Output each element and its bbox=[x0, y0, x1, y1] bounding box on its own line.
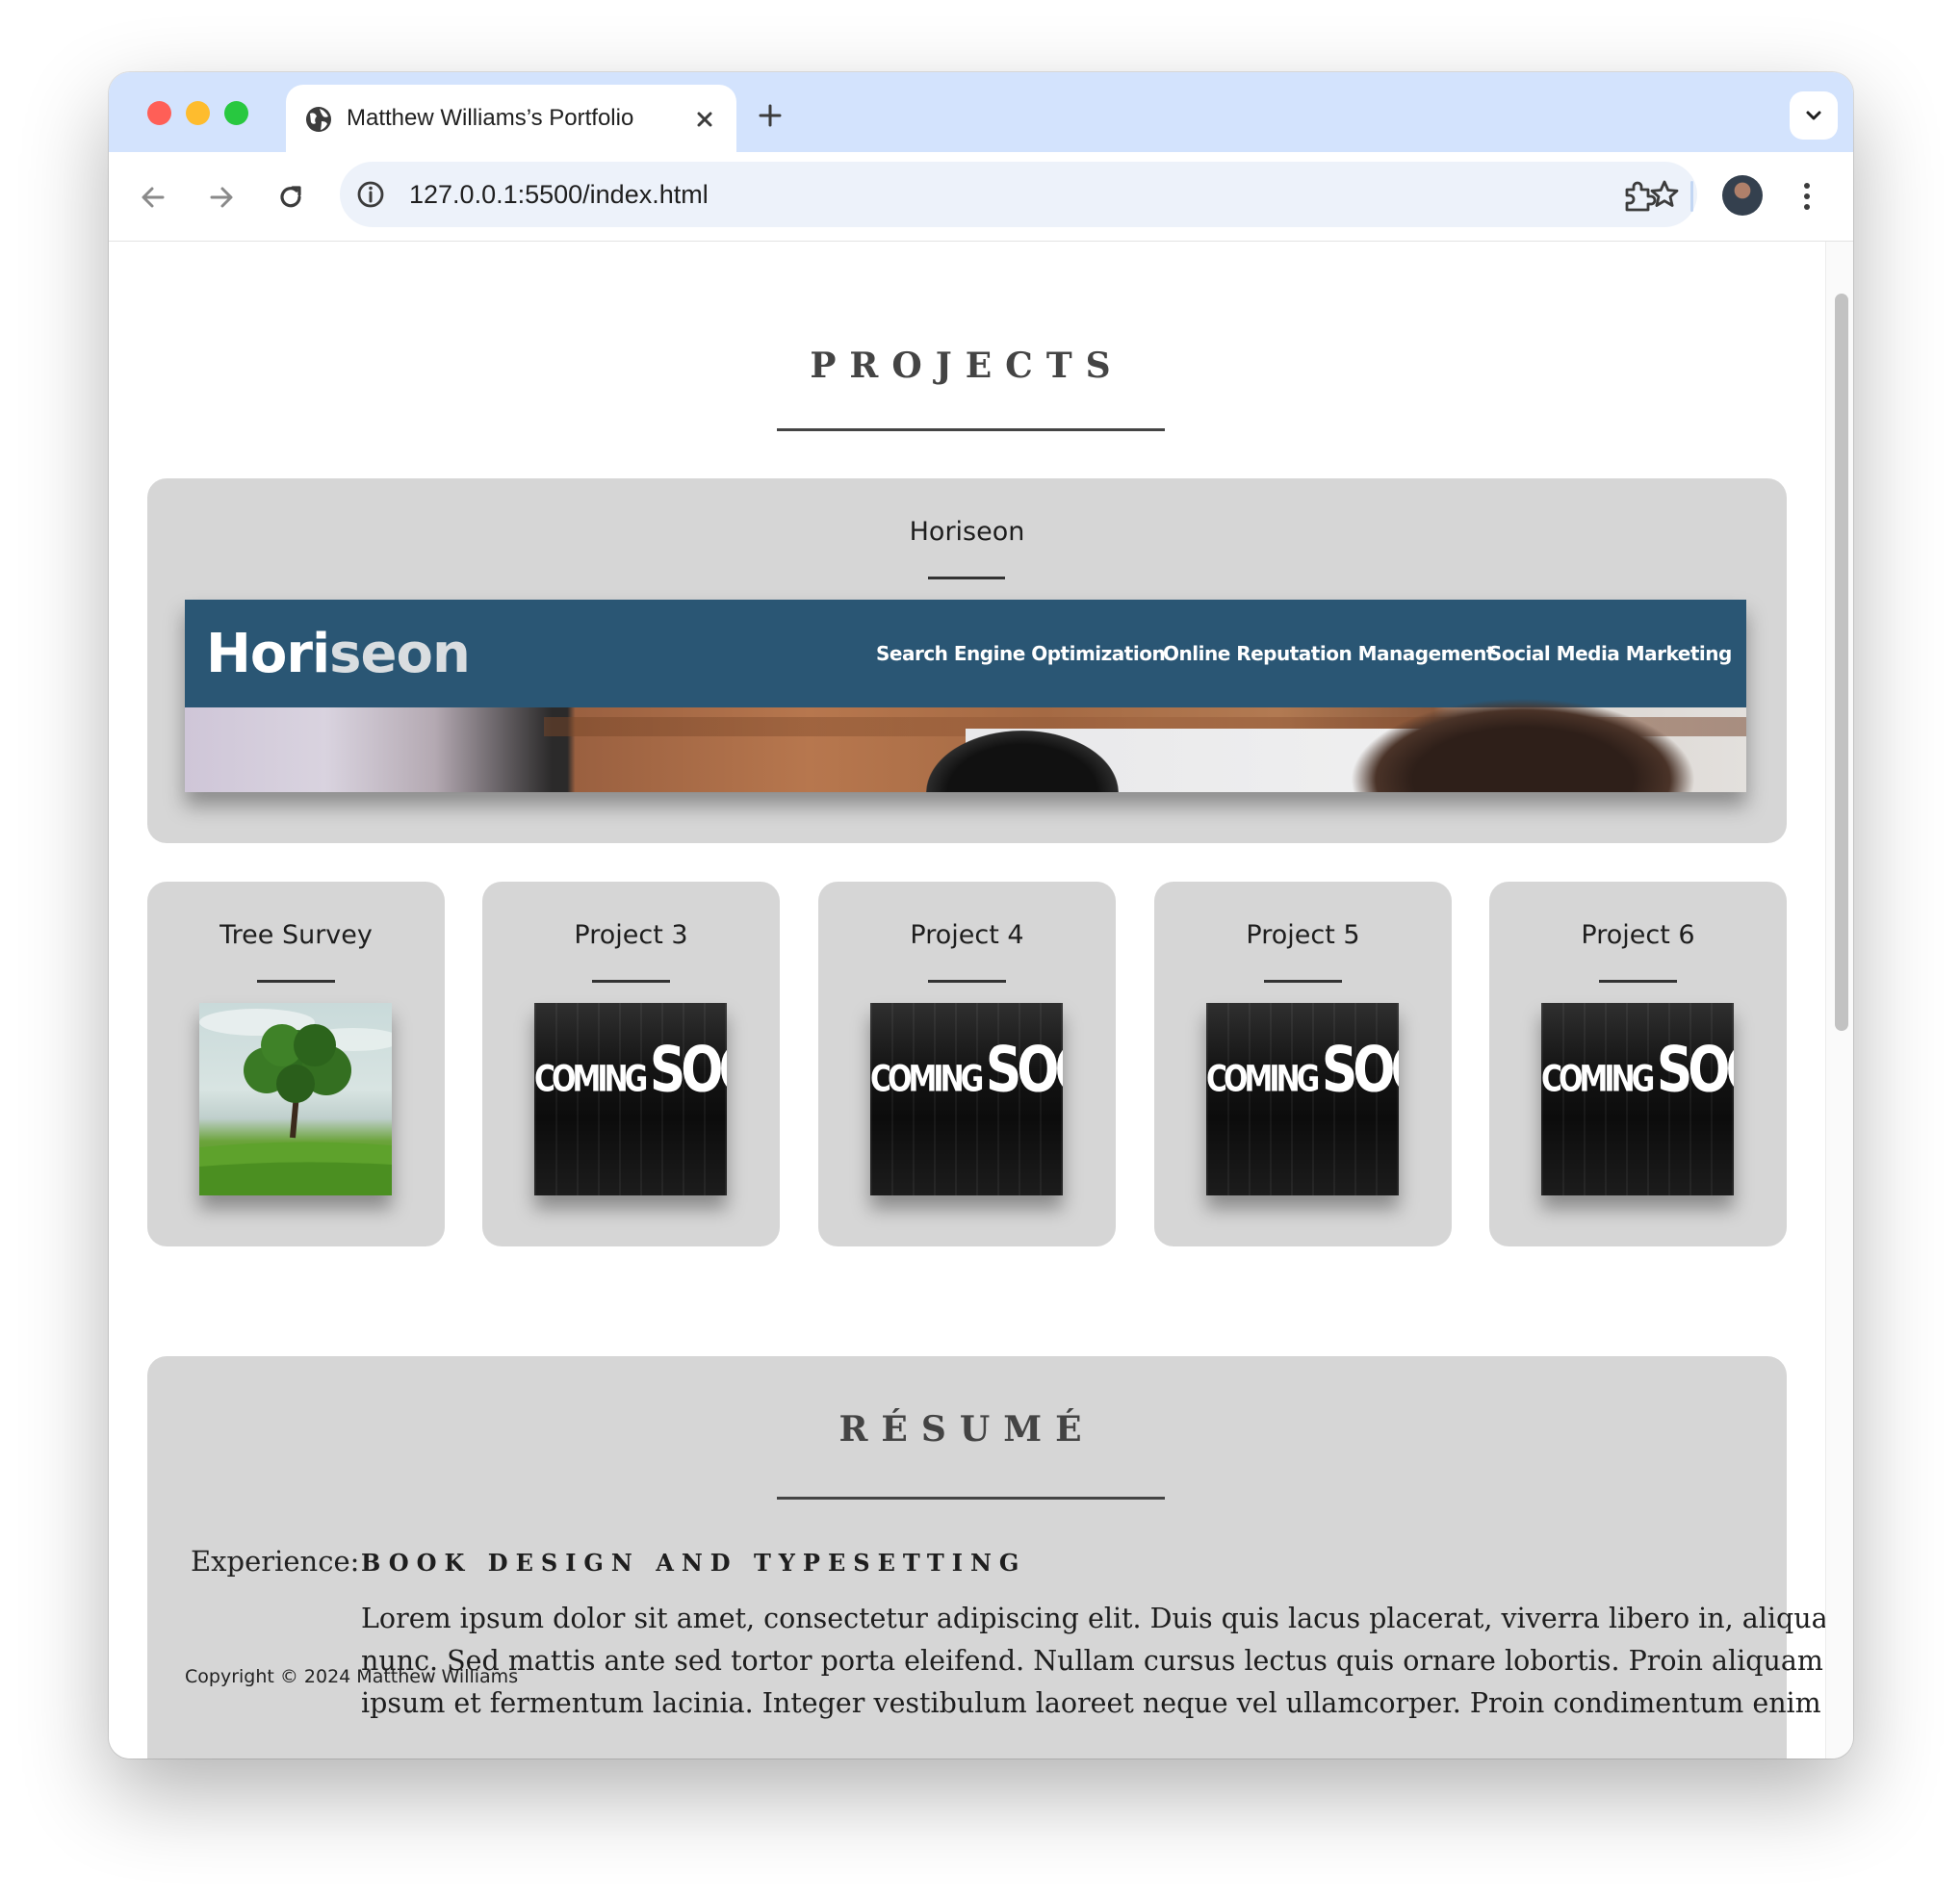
coming-soon-bottom: SOON bbox=[985, 1034, 1063, 1107]
coming-soon-image[interactable]: COMING SOON bbox=[870, 1003, 1063, 1195]
featured-project-title: Horiseon bbox=[909, 517, 1025, 547]
forward-arrow-icon[interactable] bbox=[204, 180, 239, 215]
tab-strip: Matthew Williams’s Portfolio bbox=[109, 72, 1853, 152]
minimize-window-button[interactable] bbox=[186, 101, 210, 125]
project-card-5[interactable]: Project 5 COMING SOON bbox=[1154, 882, 1452, 1246]
experience-line: nunc. Sed mattis ante sed tortor porta e… bbox=[361, 1645, 1823, 1677]
resume-heading-rule bbox=[777, 1497, 1165, 1500]
coming-soon-text: COMING SOON bbox=[1206, 1040, 1399, 1102]
projects-heading-rule bbox=[777, 428, 1165, 431]
tab-title: Matthew Williams’s Portfolio bbox=[347, 105, 634, 131]
page-viewport: PROJECTS Horiseon Horiseon Search Engine… bbox=[109, 242, 1825, 1759]
coming-soon-top: COMING bbox=[534, 1058, 648, 1101]
coming-soon-image[interactable]: COMING SOON bbox=[534, 1003, 727, 1195]
project-card-tree-survey[interactable]: Tree Survey bbox=[147, 882, 445, 1246]
project-title: Project 5 bbox=[1246, 920, 1360, 950]
projects-heading: PROJECTS bbox=[810, 346, 1124, 386]
browser-toolbar: 127.0.0.1:5500/index.html bbox=[109, 152, 1853, 242]
project-title-rule bbox=[592, 980, 670, 983]
reload-icon[interactable] bbox=[273, 180, 308, 215]
project-title-rule bbox=[1264, 980, 1342, 983]
horiseon-nav-seo: Search Engine Optimization bbox=[876, 642, 1166, 665]
footer-copyright: Copyright © 2024 Matthew Williams bbox=[185, 1666, 519, 1687]
vertical-scrollbar[interactable] bbox=[1825, 242, 1853, 1759]
toolbar-divider bbox=[1690, 181, 1693, 212]
project-card-6[interactable]: Project 6 COMING SOON bbox=[1489, 882, 1787, 1246]
scrollbar-thumb[interactable] bbox=[1835, 294, 1848, 1031]
tab-search-button[interactable] bbox=[1790, 91, 1838, 140]
close-window-button[interactable] bbox=[147, 101, 171, 125]
coming-soon-top: COMING bbox=[1206, 1058, 1320, 1101]
project-title-rule bbox=[1599, 980, 1677, 983]
extensions-puzzle-icon[interactable] bbox=[1620, 178, 1657, 215]
new-tab-icon[interactable] bbox=[756, 101, 785, 130]
browser-window: Matthew Williams’s Portfolio 127.0.0.1:5… bbox=[109, 72, 1853, 1759]
horiseon-logo-highlight: seon bbox=[329, 623, 471, 685]
close-icon[interactable] bbox=[689, 104, 720, 135]
experience-line: ipsum et fermentum lacinia. Integer vest… bbox=[361, 1687, 1825, 1719]
horiseon-nav-smm: Social Media Marketing bbox=[1488, 642, 1732, 665]
site-info-icon[interactable] bbox=[355, 179, 386, 210]
project-title: Project 3 bbox=[574, 920, 688, 950]
horiseon-logo-main: Hori bbox=[206, 623, 330, 685]
horiseon-header: Horiseon Search Engine Optimization Onli… bbox=[185, 600, 1746, 707]
coming-soon-text: COMING SOON bbox=[870, 1040, 1063, 1102]
coming-soon-text: COMING SOON bbox=[1541, 1040, 1734, 1102]
coming-soon-image[interactable]: COMING SOON bbox=[1541, 1003, 1734, 1195]
experience-title: BOOK DESIGN AND TYPESETTING bbox=[361, 1549, 1027, 1577]
more-menu-icon[interactable] bbox=[1797, 177, 1817, 216]
profile-avatar[interactable] bbox=[1722, 175, 1763, 216]
project-title-rule bbox=[257, 980, 335, 983]
project-card-3[interactable]: Project 3 COMING SOON bbox=[482, 882, 780, 1246]
coming-soon-text: COMING SOON bbox=[534, 1040, 727, 1102]
horiseon-logo: Horiseon bbox=[206, 623, 471, 685]
experience-label: Experience: bbox=[191, 1545, 360, 1578]
maximize-window-button[interactable] bbox=[224, 101, 248, 125]
project-title: Project 4 bbox=[910, 920, 1024, 950]
project-title-rule bbox=[928, 980, 1006, 983]
experience-line: Lorem ipsum dolor sit amet, consectetur … bbox=[361, 1603, 1825, 1634]
coming-soon-bottom: SOON bbox=[1656, 1034, 1734, 1107]
globe-icon bbox=[306, 107, 331, 132]
url-text: 127.0.0.1:5500/index.html bbox=[409, 180, 709, 209]
project-title: Project 6 bbox=[1581, 920, 1695, 950]
back-arrow-icon[interactable] bbox=[136, 180, 170, 215]
coming-soon-image[interactable]: COMING SOON bbox=[1206, 1003, 1399, 1195]
chevron-down-icon bbox=[1806, 111, 1821, 120]
project-card-4[interactable]: Project 4 COMING SOON bbox=[818, 882, 1116, 1246]
address-bar[interactable]: 127.0.0.1:5500/index.html bbox=[340, 162, 1697, 227]
horiseon-screenshot[interactable]: Horiseon Search Engine Optimization Onli… bbox=[185, 600, 1746, 792]
featured-project-rule bbox=[928, 577, 1005, 579]
resume-section: RÉSUMÉ Experience: BOOK DESIGN AND TYPES… bbox=[147, 1356, 1825, 1759]
coming-soon-bottom: SOON bbox=[1321, 1034, 1399, 1107]
coming-soon-top: COMING bbox=[1541, 1058, 1655, 1101]
horiseon-nav-orm: Online Reputation Management bbox=[1163, 642, 1495, 665]
resume-heading: RÉSUMÉ bbox=[838, 1409, 1096, 1450]
coming-soon-top: COMING bbox=[870, 1058, 984, 1101]
experience-description: Lorem ipsum dolor sit amet, consectetur … bbox=[361, 1598, 1825, 1725]
horiseon-hero-image bbox=[185, 698, 1746, 792]
featured-project-card[interactable]: Horiseon Horiseon Search Engine Optimiza… bbox=[147, 478, 1787, 843]
coming-soon-bottom: SOON bbox=[649, 1034, 727, 1107]
tab-active[interactable]: Matthew Williams’s Portfolio bbox=[286, 85, 736, 152]
project-title: Tree Survey bbox=[219, 920, 373, 950]
tree-survey-image[interactable] bbox=[199, 1003, 392, 1195]
